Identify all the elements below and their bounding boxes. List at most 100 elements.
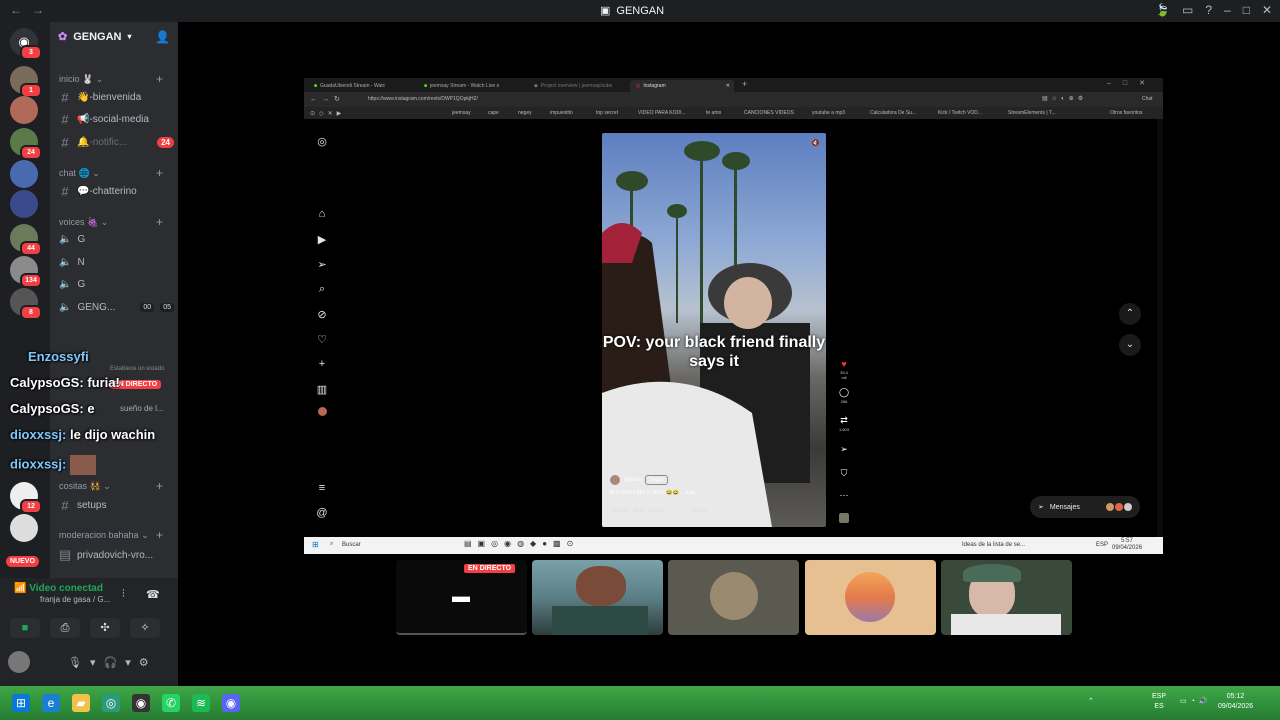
- bookmark[interactable]: te amo: [706, 110, 721, 116]
- disconnect-icon[interactable]: ☎: [146, 588, 160, 601]
- server-icon[interactable]: [10, 190, 38, 218]
- profile-avatar[interactable]: [316, 407, 328, 419]
- menu-icon[interactable]: ≡: [316, 482, 328, 494]
- category-cositas[interactable]: cositas 👯 ⌄ +: [59, 479, 163, 493]
- repost-button[interactable]: ⇄ 1.603: [838, 415, 850, 432]
- bookmark[interactable]: CANCIONES VIDEOS: [744, 110, 794, 116]
- audio-link[interactable]: jfromslv · Audio original: [612, 508, 664, 514]
- more-icon[interactable]: ⋯: [838, 490, 850, 501]
- search-box[interactable]: Buscar: [342, 542, 361, 548]
- activities-button[interactable]: ✣: [90, 618, 120, 638]
- category-moderacion[interactable]: moderacion bahaha ⌄ +: [59, 528, 163, 542]
- file-explorer-icon[interactable]: ▰: [72, 694, 90, 712]
- share-icon[interactable]: ➢: [838, 444, 850, 455]
- add-member-icon[interactable]: 👤: [155, 30, 170, 44]
- follow-button[interactable]: Seguir: [645, 475, 668, 485]
- add-channel-icon[interactable]: +: [156, 528, 163, 542]
- voice-channel[interactable]: 🔈 G: [59, 234, 174, 245]
- bookmark-icons[interactable]: ⊙◇✕▶: [310, 110, 345, 117]
- headphones-icon[interactable]: 🎧: [104, 656, 118, 669]
- tab-instagram[interactable]: ◎ Instagram ✕: [630, 80, 734, 92]
- pinned-apps[interactable]: ▤▣◎◉◍◆●▩⊙: [464, 539, 579, 548]
- help-icon[interactable]: ?: [1205, 3, 1212, 17]
- chevron-down-icon[interactable]: ▾: [125, 656, 131, 669]
- mute-icon[interactable]: 🔇: [811, 139, 820, 147]
- channel-privadovich[interactable]: ▤ privadovich-vro...: [59, 547, 174, 563]
- soundboard-button[interactable]: ✧: [130, 618, 160, 638]
- server-header[interactable]: ✿ GENGAN ▾: [58, 30, 132, 44]
- chrome-icon[interactable]: ◎: [102, 694, 120, 712]
- other-favorites[interactable]: Otros favoritos: [1110, 110, 1143, 116]
- tab[interactable]: ■ GuadaUbiendi Stream - Watc: [308, 80, 412, 92]
- close-button[interactable]: ✕: [1262, 3, 1272, 17]
- clock[interactable]: 05:12 09/04/2026: [1218, 692, 1253, 712]
- maximize-button[interactable]: □: [1243, 3, 1250, 17]
- gear-icon[interactable]: ⚙: [139, 656, 149, 669]
- audio-thumbnail[interactable]: [838, 513, 850, 525]
- comment-button[interactable]: ◯ 266: [838, 387, 850, 404]
- chevron-down-icon[interactable]: ▾: [90, 656, 96, 669]
- windows-start-icon[interactable]: ⊞: [12, 694, 30, 712]
- nitro-icon[interactable]: 🍃: [1155, 3, 1170, 17]
- obs-icon[interactable]: ◉: [132, 694, 150, 712]
- add-channel-icon[interactable]: +: [156, 166, 163, 180]
- reels-icon[interactable]: ▶: [316, 233, 328, 246]
- dashboard-icon[interactable]: ▥: [316, 383, 328, 396]
- server-icon[interactable]: 24: [10, 128, 42, 160]
- tab[interactable]: ◆ Project overview | jeemsay/subs: [528, 80, 632, 92]
- voice-channel-link[interactable]: franja de gasa / G...: [40, 595, 110, 604]
- add-channel-icon[interactable]: +: [156, 215, 163, 229]
- like-button[interactable]: ♥ 39,4 mil: [838, 359, 850, 380]
- spotify-icon[interactable]: ≋: [192, 694, 210, 712]
- avatar[interactable]: [610, 475, 620, 485]
- language-indicator[interactable]: ESP ES: [1152, 692, 1166, 712]
- avatar[interactable]: [8, 651, 30, 673]
- taskbar-notice[interactable]: Ideas de la lista de se...: [962, 542, 1025, 548]
- history-nav[interactable]: ←→: [10, 3, 54, 17]
- server-icon[interactable]: 134: [10, 256, 42, 288]
- screen-share-button[interactable]: ⎙: [50, 618, 80, 638]
- video-tile[interactable]: [532, 560, 663, 635]
- bookmark[interactable]: top secret: [596, 110, 618, 116]
- send-icon[interactable]: ➢: [316, 258, 328, 271]
- video-tile[interactable]: [668, 560, 799, 635]
- soundboard-icon[interactable]: ⫶: [122, 588, 125, 601]
- save-icon[interactable]: ⛉: [838, 468, 850, 479]
- channel-social-media[interactable]: # 📢-social-media: [59, 112, 174, 127]
- video-tile[interactable]: [805, 560, 936, 635]
- explore-icon[interactable]: ⊘: [316, 308, 328, 321]
- camera-button[interactable]: ■: [10, 618, 40, 638]
- tab[interactable]: ■ jeemsay Stream - Watch Live o: [418, 80, 522, 92]
- clock[interactable]: 5:57 09/04/2026: [1112, 538, 1142, 552]
- server-icon[interactable]: 44: [10, 224, 42, 256]
- screen-share-tile[interactable]: EN DIRECTO ▬: [396, 560, 527, 635]
- window-controls[interactable]: –□✕: [1107, 79, 1157, 87]
- url-field[interactable]: https://www.instagram.com/reels/DWP1QOpk…: [368, 96, 478, 102]
- server-icon[interactable]: 12: [10, 482, 42, 514]
- video-tile[interactable]: [941, 560, 1072, 635]
- messages-button[interactable]: ➢ Mensajes: [1030, 496, 1140, 518]
- channel-notificaciones[interactable]: # 🔔-notific... 24: [59, 135, 174, 150]
- bookmark[interactable]: impuestito: [550, 110, 573, 116]
- search-icon[interactable]: ⌕: [316, 283, 328, 296]
- threads-icon[interactable]: @: [316, 507, 328, 519]
- server-icon[interactable]: [10, 514, 38, 542]
- minimize-button[interactable]: –: [1224, 3, 1231, 17]
- bookmark[interactable]: Kick / Twitch VOD...: [938, 110, 982, 116]
- server-icon[interactable]: 8: [10, 288, 42, 320]
- add-channel-icon[interactable]: +: [156, 72, 163, 86]
- discord-icon[interactable]: ◉: [222, 694, 240, 712]
- voice-channel[interactable]: 🔈 GENG... 00 05: [59, 302, 174, 313]
- system-icons[interactable]: ▭◔🔊: [1180, 697, 1212, 707]
- discord-home-icon[interactable]: ◉ 3: [10, 28, 42, 60]
- reel-caption[interactable]: BUT CAN I SAY IT NOW 😂😂 ... más: [610, 490, 695, 496]
- category-voices[interactable]: voices 🍇 ⌄ +: [59, 215, 163, 229]
- bookmark[interactable]: StreamElements | T...: [1008, 110, 1056, 116]
- bookmark[interactable]: youtube a mp3: [812, 110, 845, 116]
- voice-channel[interactable]: 🔈 N: [59, 257, 174, 268]
- bookmark[interactable]: VIDEO PARA KODI...: [638, 110, 686, 116]
- close-tab-icon[interactable]: ✕: [726, 83, 734, 89]
- search-icon[interactable]: ⌕: [330, 541, 333, 548]
- create-icon[interactable]: +: [316, 358, 328, 370]
- bookmark[interactable]: negey: [518, 110, 532, 116]
